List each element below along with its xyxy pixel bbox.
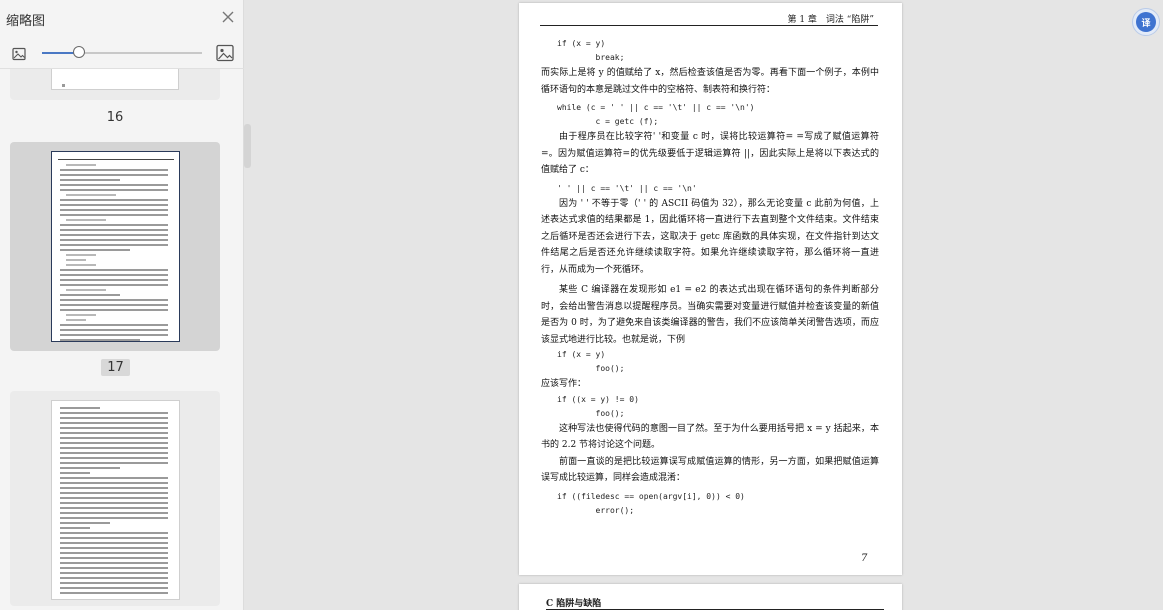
code-line: foo(); [557, 408, 625, 418]
thumbnail-sidebar: 缩略图 16 17 [0, 0, 244, 610]
paragraph: 前面一直谈的是把比较运算误写成赋值运算的情形，另一方面，如果把赋值运算误写成比较… [541, 456, 879, 484]
code-line: ' ' || c == '\t' || c == '\n' [557, 183, 697, 193]
thumbnail-list: 16 17 [0, 69, 240, 610]
code-line: if (x = y) [557, 39, 606, 48]
zoom-slider-handle[interactable] [72, 46, 85, 58]
page-header: 第 1 章 词法 “陷阱” [540, 12, 878, 26]
code-line: foo(); [557, 364, 625, 373]
code-line: while (c = ' ' || c == '\t' || c == '\n'… [557, 103, 755, 112]
code-line: break; [557, 53, 625, 62]
close-icon[interactable] [220, 9, 236, 25]
paragraph: 某些 C 编译器在发现形如 e1 = e2 的表达式出现在循环语句的条件判断部分… [541, 285, 879, 345]
code-line: if ((x = y) != 0) [557, 394, 639, 404]
paragraph: 应该写作： [541, 379, 587, 389]
translate-button[interactable]: 译 [1132, 8, 1160, 36]
page-number: 7 [861, 553, 868, 564]
document-page-7: 第 1 章 词法 “陷阱” if (x = y) break; 而实际上是将 y … [519, 3, 902, 575]
thumbnail-page-number: 16 [106, 110, 124, 125]
thumbnail-16[interactable] [10, 69, 220, 100]
page-body: if (x = y) break; 而实际上是将 y 的值赋给了 x，然后检查该值… [541, 37, 879, 518]
thumbnail-18[interactable] [10, 391, 220, 606]
code-line: if ((filedesc == open(argv[i], 0)) < 0) [557, 491, 745, 501]
thumbnail-zoom-control [10, 44, 238, 64]
document-page-8: C 陷阱与缺陷 [519, 584, 902, 610]
thumbnail-page-image [51, 151, 180, 342]
paragraph: 因为 ' ' 不等于零（' ' 的 ASCII 码值为 32），那么无论变量 c… [541, 198, 879, 275]
code-line: error(); [557, 505, 635, 515]
page-header-title: C 陷阱与缺陷 [546, 599, 602, 609]
thumbnail-page-image [51, 69, 179, 90]
paragraph: 由于程序员在比较字符' '和变量 c 时，误将比较运算符= =写成了赋值运算符=… [541, 132, 879, 175]
thumbnail-page-number: 17 [101, 359, 130, 376]
thumbnail-17[interactable] [10, 142, 220, 351]
sidebar-scrollbar[interactable] [244, 124, 251, 168]
code-line: c = getc (f); [557, 117, 659, 126]
image-large-icon[interactable] [216, 44, 234, 62]
code-line: if (x = y) [557, 350, 606, 359]
page-header: C 陷阱与缺陷 [546, 596, 884, 610]
sidebar-title: 缩略图 [6, 14, 46, 29]
thumbnail-page-image [51, 400, 180, 600]
paragraph: 而实际上是将 y 的值赋给了 x，然后检查该值是否为零。再看下面一个例子，本例中… [541, 68, 879, 95]
image-small-icon[interactable] [12, 46, 26, 61]
translate-icon: 译 [1136, 12, 1156, 32]
paragraph: 这种写法也使得代码的意图一目了然。至于为什么要用括号把 x = y 括起来，本书… [541, 423, 879, 451]
page-header-title: 第 1 章 词法 “陷阱” [787, 15, 874, 25]
